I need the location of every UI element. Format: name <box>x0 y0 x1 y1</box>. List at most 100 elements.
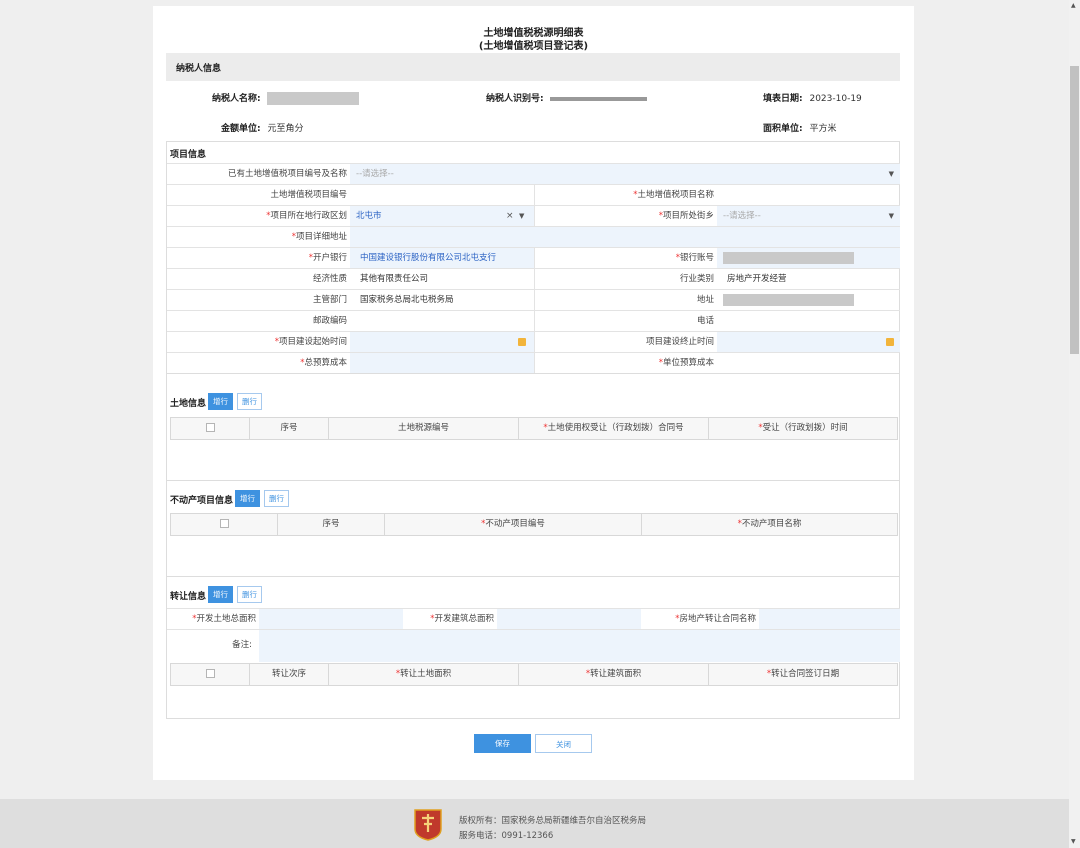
project-name-input[interactable] <box>717 185 900 205</box>
row-existing-project: 已有土地增值税项目编号及名称 --请选择-- ▼ <box>167 163 900 184</box>
vertical-scrollbar[interactable]: ▲ ▼ <box>1069 0 1080 848</box>
close-button[interactable]: 关闭 <box>535 734 592 753</box>
save-button[interactable]: 保存 <box>474 734 531 753</box>
taxpayer-name-redacted <box>267 92 360 105</box>
land-col-3-text: 受让（行政划拨）时间 <box>762 423 848 433</box>
checkbox[interactable] <box>205 669 215 678</box>
clear-icon[interactable]: × <box>506 206 514 226</box>
transfer-col-1-text: 转让土地面积 <box>400 669 452 679</box>
existing-project-placeholder: --请选择-- <box>356 169 394 179</box>
unit-budget-label: *单位预算成本 <box>658 358 714 368</box>
scrollbar-thumb[interactable] <box>1070 66 1079 354</box>
unit-budget-label-text: 单位预算成本 <box>662 358 714 368</box>
calendar-icon[interactable] <box>518 338 526 346</box>
land-col-2-text: 土地使用权受让（行政划拨）合同号 <box>547 423 684 433</box>
transfer-select-all[interactable] <box>171 664 250 685</box>
taxpayer-name: 纳税人名称: <box>212 91 360 105</box>
land-select-all[interactable] <box>171 418 250 439</box>
transfer-col-0: 转让次序 <box>250 664 329 685</box>
street-select[interactable]: --请选择-- ▼ <box>717 206 900 226</box>
build-area-input[interactable] <box>497 609 641 629</box>
addr-value <box>717 290 900 310</box>
row-remark: 备注: <box>167 629 900 663</box>
chevron-down-icon: ▼ <box>888 170 894 178</box>
authority-value: 国家税务总局北屯税务局 <box>360 295 454 305</box>
bank-input[interactable]: 中国建设银行股份有限公司北屯支行 <box>350 248 534 268</box>
copyright-text: 版权所有：国家税务总局新疆维吾尔自治区税务局 <box>459 816 647 826</box>
project-code-label: 土地增值税项目编号 <box>270 190 347 200</box>
district-select[interactable]: 北屯市 × ▼ <box>350 206 534 226</box>
checkbox[interactable] <box>219 519 229 528</box>
fill-date-label: 填表日期: <box>763 94 803 104</box>
contract-name-input[interactable] <box>759 609 900 629</box>
start-date-label-text: 项目建设起始时间 <box>278 337 347 347</box>
account-redacted <box>723 251 854 264</box>
tax-emblem-icon <box>414 809 442 841</box>
row-dates: *项目建设起始时间 项目建设终止时间 <box>167 331 900 352</box>
economy-value: 其他有限责任公司 <box>360 274 429 284</box>
taxpayer-name-label: 纳税人名称: <box>212 94 261 104</box>
scroll-up-icon[interactable]: ▲ <box>1071 2 1076 9</box>
realestate-select-all[interactable] <box>171 514 278 535</box>
transfer-col-2: *转让建筑面积 <box>519 664 709 685</box>
transfer-delete-row-button[interactable]: 删行 <box>237 586 262 603</box>
build-area-label: *开发建筑总面积 <box>430 614 494 624</box>
amount-unit: 金额单位: 元至角分 <box>221 121 304 134</box>
transfer-col-2-text: 转让建筑面积 <box>590 669 642 679</box>
row-project-code: 土地增值税项目编号 *土地增值税项目名称 <box>167 184 900 205</box>
addr-redacted <box>723 293 854 306</box>
checkbox[interactable] <box>205 423 215 432</box>
account-label-text: 银行账号 <box>679 253 714 263</box>
transfer-add-row-button[interactable]: 增行 <box>208 586 233 603</box>
taxpayer-id: 纳税人识别号: <box>486 91 648 104</box>
amount-unit-value: 元至角分 <box>267 124 304 134</box>
form-card: 土地增值税税源明细表 (土地增值税项目登记表) 纳税人信息 纳税人名称: 纳税人… <box>153 6 914 780</box>
row-postcode: 邮政编码 电话 <box>167 310 900 331</box>
project-name-label-text: 土地增值税项目名称 <box>637 190 714 200</box>
remark-label: 备注: <box>232 640 252 650</box>
district-label-text: 项目所在地行政区划 <box>270 211 347 221</box>
scroll-down-icon[interactable]: ▼ <box>1071 838 1076 845</box>
phone-input[interactable] <box>717 311 900 331</box>
land-area-input[interactable] <box>259 609 403 629</box>
realestate-add-row-button[interactable]: 增行 <box>235 490 260 507</box>
budget-label-text: 总预算成本 <box>304 358 347 368</box>
account-input[interactable] <box>717 248 900 268</box>
street-placeholder: --请选择-- <box>723 211 761 221</box>
taxpayer-section-title: 纳税人信息 <box>176 64 222 74</box>
land-delete-row-button[interactable]: 删行 <box>237 393 262 410</box>
remark-input[interactable] <box>259 630 900 662</box>
realestate-col-1: *不动产项目编号 <box>385 514 642 535</box>
authority-label: 主管部门 <box>312 295 347 305</box>
postcode-input[interactable] <box>350 311 534 331</box>
fill-date-value: 2023-10-19 <box>809 94 862 104</box>
calendar-icon[interactable] <box>886 338 894 346</box>
bank-label: *开户银行 <box>308 253 347 263</box>
address-label-text: 项目详细地址 <box>295 232 347 242</box>
taxpayer-id-redacted <box>550 96 648 101</box>
existing-project-select[interactable]: --请选择-- ▼ <box>350 164 900 184</box>
street-label-text: 项目所处街乡 <box>662 211 714 221</box>
fill-date: 填表日期: 2023-10-19 <box>763 91 862 104</box>
land-col-2: *土地使用权受让（行政划拨）合同号 <box>519 418 709 439</box>
row-economy: 经济性质 其他有限责任公司 行业类别 房地产开发经营 <box>167 268 900 289</box>
row-budget: *总预算成本 *单位预算成本 <box>167 352 900 373</box>
project-code-input[interactable] <box>350 185 534 205</box>
unit-budget-input[interactable] <box>717 353 900 373</box>
land-add-row-button[interactable]: 增行 <box>208 393 233 410</box>
account-label: *银行账号 <box>675 253 714 263</box>
budget-input[interactable] <box>350 353 534 373</box>
row-district: *项目所在地行政区划 北屯市 × ▼ *项目所处街乡 --请选择-- ▼ <box>167 205 900 226</box>
start-date-input[interactable] <box>350 332 534 352</box>
end-date-input[interactable] <box>717 332 900 352</box>
realestate-delete-row-button[interactable]: 删行 <box>264 490 289 507</box>
address-input[interactable] <box>350 227 900 247</box>
start-date-label: *项目建设起始时间 <box>274 337 347 347</box>
transfer-col-3: *转让合同签订日期 <box>766 669 840 679</box>
area-unit-value: 平方米 <box>809 124 837 134</box>
chevron-down-icon: ▼ <box>519 212 525 220</box>
transfer-grid-header: 转让次序 *转让土地面积 *转让建筑面积 *转让合同签订日期 <box>170 663 898 686</box>
end-date-label: 项目建设终止时间 <box>645 337 714 347</box>
district-label: *项目所在地行政区划 <box>266 211 347 221</box>
row-address: *项目详细地址 <box>167 226 900 247</box>
